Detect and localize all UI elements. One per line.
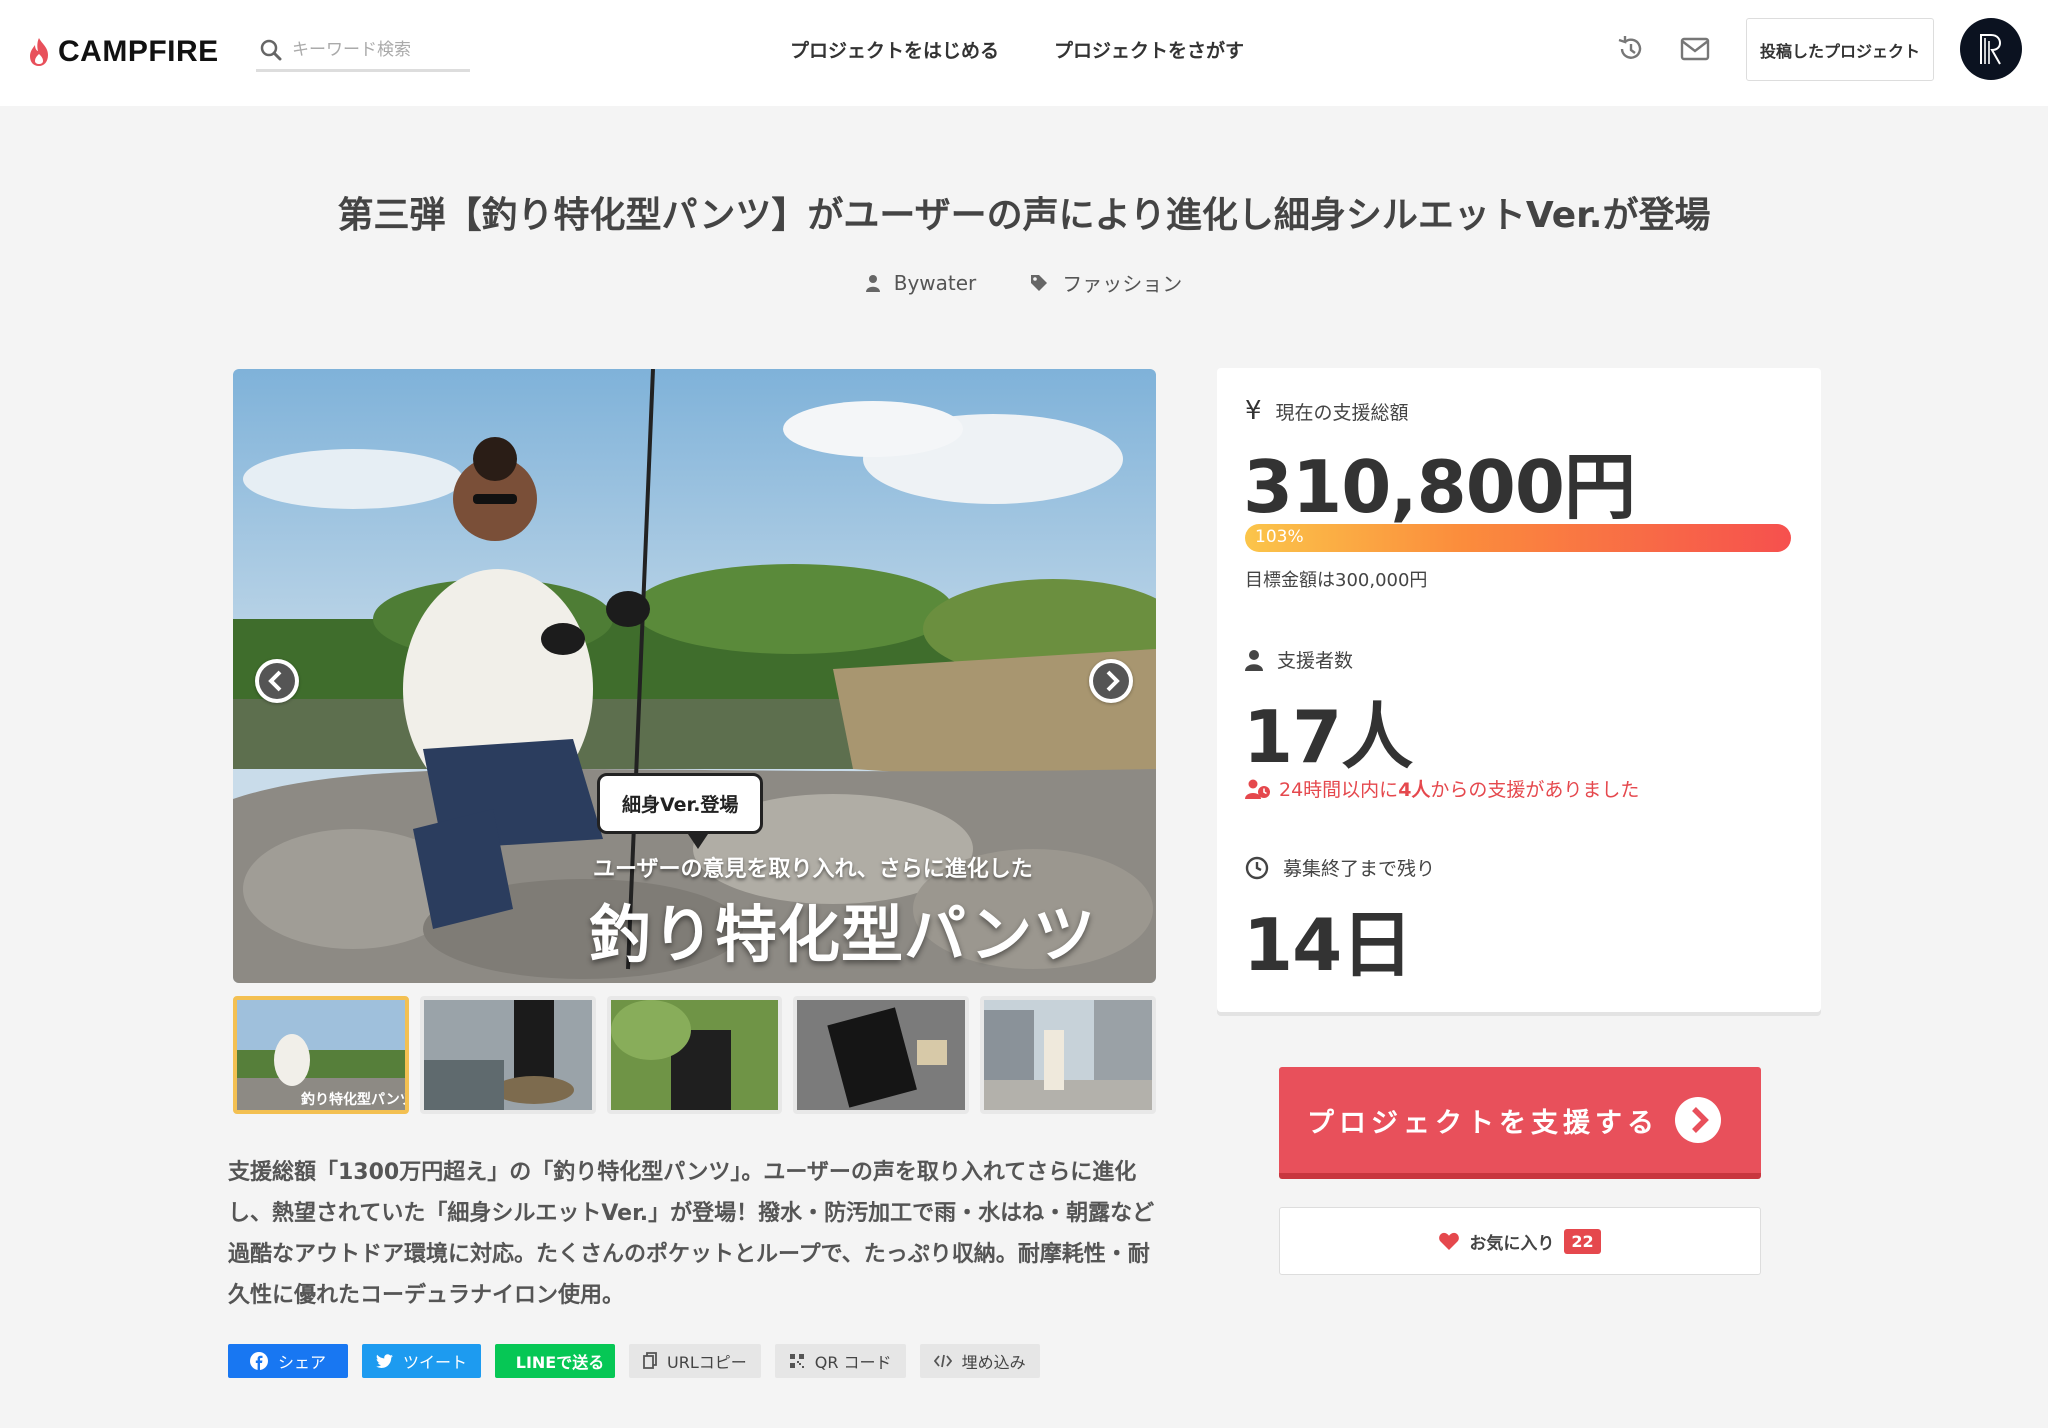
days-remaining: 14日 — [1243, 903, 1413, 987]
backers-count: 17人 — [1243, 695, 1413, 779]
clock-icon — [1245, 856, 1269, 879]
funding-stats-card: ¥ 現在の支援総額 310,800円 103% 目標金額は300,000円 支援… — [1217, 368, 1821, 1012]
remaining-label: 募集終了まで残り — [1283, 858, 1436, 880]
code-icon — [933, 1354, 952, 1368]
yen-icon: ¥ — [1245, 396, 1262, 426]
nav-find-project[interactable]: プロジェクトをさがす — [1054, 36, 1244, 63]
image-caption: 釣り特化型パンツ — [589, 898, 1097, 971]
logo-text: CAMPFIRE — [58, 35, 219, 68]
posted-projects-button[interactable]: 投稿したプロジェクト — [1746, 18, 1934, 81]
line-share-label: LINEで送る — [515, 1353, 605, 1372]
user-logo-icon — [1980, 34, 2002, 65]
project-meta: Bywater ファッション — [0, 268, 2048, 297]
chevron-right-circle-icon — [1675, 1097, 1721, 1143]
facebook-icon — [249, 1352, 268, 1370]
backers-label: 支援者数 — [1277, 650, 1354, 672]
nav-start-project[interactable]: プロジェクトをはじめる — [790, 36, 999, 63]
search-icon — [260, 39, 282, 60]
owner-name: Bywater — [893, 270, 977, 295]
recent-prefix: 24時間以内に — [1279, 779, 1399, 801]
facebook-share-button[interactable]: シェア — [228, 1344, 348, 1378]
next-slide-button[interactable] — [1089, 659, 1133, 703]
project-title: 第三弾【釣り特化型パンツ】がユーザーの声により進化し細身シルエットVer.が登場 — [337, 195, 1711, 236]
facebook-share-label: シェア — [277, 1353, 326, 1372]
heart-icon — [1439, 1232, 1460, 1250]
history-icon[interactable] — [1614, 32, 1648, 66]
thumbnail-4[interactable] — [793, 996, 970, 1114]
embed-button[interactable]: 埋め込み — [919, 1344, 1040, 1378]
recent-backers-notice: 24時間以内に4人からの支援がありました — [1245, 775, 1639, 802]
thumbnail-1[interactable]: 釣り特化型パンツ — [233, 996, 409, 1114]
tag-icon — [1031, 274, 1048, 291]
image-subcaption: ユーザーの意見を取り入れ、さらに進化した — [593, 857, 1033, 882]
funding-progress-bar: 103% — [1245, 524, 1791, 552]
favorite-label: お気に入り — [1469, 1233, 1555, 1254]
recent-count: 4人 — [1398, 779, 1431, 801]
twitter-icon — [376, 1354, 393, 1368]
total-amount: 310,800円 — [1243, 445, 1636, 529]
recent-suffix: からの支援がありました — [1430, 779, 1640, 801]
support-button-label: プロジェクトを支援する — [1307, 1107, 1659, 1139]
site-header: CAMPFIRE プロジェクトをはじめる プロジェクトをさがす 投稿したプロジェ… — [0, 0, 2048, 106]
twitter-share-button[interactable]: ツイート — [362, 1344, 481, 1378]
line-share-button[interactable]: LINEで送る — [495, 1344, 615, 1378]
remaining-label-row: 募集終了まで残り — [1245, 854, 1435, 881]
progress-percent: 103% — [1255, 527, 1304, 547]
qr-code-label: QR コード — [814, 1353, 892, 1372]
owner-link[interactable]: Bywater — [865, 268, 977, 297]
campfire-logo[interactable]: CAMPFIRE — [28, 32, 219, 72]
total-label-row: ¥ 現在の支援総額 — [1245, 396, 1409, 426]
chevron-left-icon — [259, 663, 295, 699]
backers-label-row: 支援者数 — [1245, 646, 1353, 673]
chevron-right-icon — [1093, 663, 1129, 699]
previous-slide-button[interactable] — [255, 659, 299, 703]
category-name: ファッション — [1062, 272, 1183, 296]
main-project-image[interactable]: 細身Ver.登場 ユーザーの意見を取り入れ、さらに進化した 釣り特化型パンツ — [233, 369, 1156, 983]
project-description: 支援総額「1300万円超え」の「釣り特化型パンツ」。ユーザーの声を取り入れてさら… — [228, 1160, 1155, 1308]
speech-bubble: 細身Ver.登場 — [597, 773, 764, 849]
twitter-share-label: ツイート — [402, 1353, 467, 1372]
thumbnail-5[interactable] — [980, 996, 1156, 1114]
search-box[interactable] — [256, 30, 470, 72]
recent-backers-icon — [1245, 779, 1270, 799]
share-buttons: シェア ツイート LINEで送る URLコピー QR コード 埋め込み — [228, 1344, 1040, 1378]
thumbnail-3[interactable] — [606, 996, 783, 1114]
thumbnail-strip: 釣り特化型パンツ — [233, 996, 1156, 1114]
copy-url-button[interactable]: URLコピー — [629, 1344, 761, 1378]
thumbnail-2[interactable] — [419, 996, 596, 1114]
favorite-button[interactable]: お気に入り 22 — [1279, 1207, 1761, 1275]
support-project-button[interactable]: プロジェクトを支援する — [1279, 1067, 1761, 1179]
svg-text:釣り特化型パンツ: 釣り特化型パンツ — [301, 1091, 405, 1108]
mail-icon[interactable] — [1678, 32, 1712, 66]
category-link[interactable]: ファッション — [1030, 268, 1182, 297]
user-icon — [1245, 649, 1263, 671]
total-label: 現在の支援総額 — [1275, 401, 1409, 424]
favorite-count-badge: 22 — [1564, 1228, 1601, 1254]
user-icon — [865, 274, 880, 292]
embed-label: 埋め込み — [961, 1353, 1026, 1372]
copy-icon — [643, 1352, 657, 1369]
avatar[interactable] — [1960, 18, 2022, 80]
search-input[interactable] — [292, 39, 462, 60]
goal-amount: 目標金額は300,000円 — [1245, 570, 1428, 591]
qr-code-icon — [789, 1354, 804, 1368]
copy-url-label: URLコピー — [667, 1353, 747, 1372]
flame-icon — [30, 38, 48, 66]
qr-code-button[interactable]: QR コード — [774, 1344, 906, 1378]
